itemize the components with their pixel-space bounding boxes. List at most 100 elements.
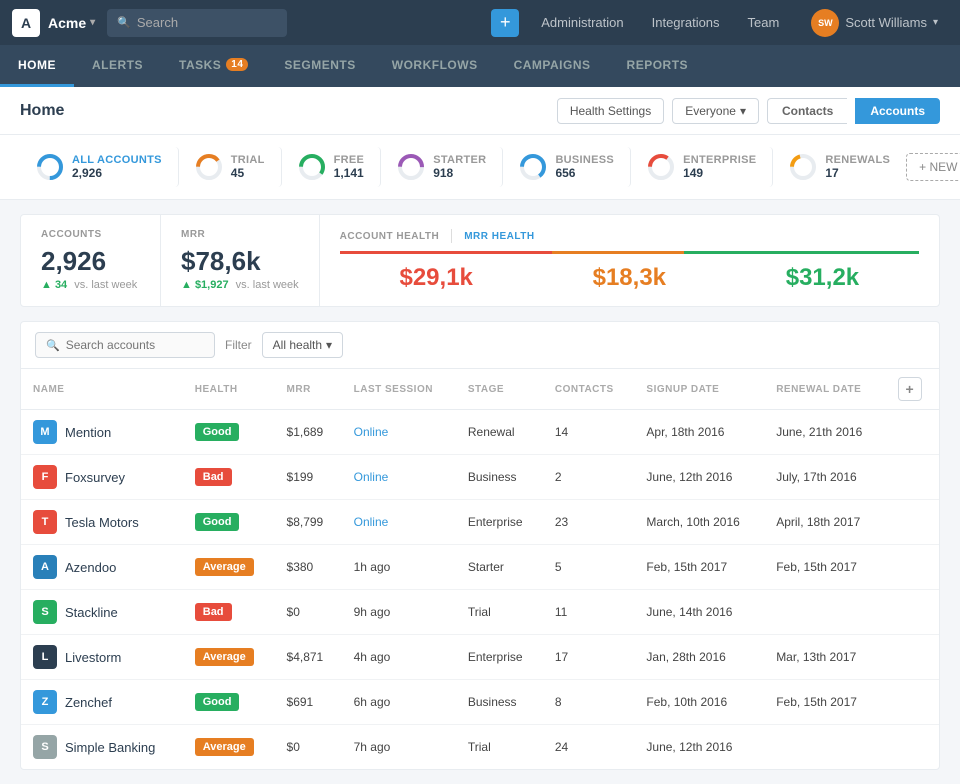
add-column-button[interactable]: + (898, 377, 922, 401)
online-link[interactable]: Online (354, 515, 389, 529)
health-value-good: $31,2k (726, 264, 919, 292)
new-stage-button[interactable]: + NEW STAGE (906, 153, 960, 181)
filter-label: Filter (225, 338, 252, 352)
search-accounts[interactable]: 🔍 (35, 332, 215, 358)
table-body: M Mention Good$1,689OnlineRenewal14Apr, … (21, 410, 939, 770)
user-menu[interactable]: SW Scott Williams ▾ (801, 9, 948, 37)
brand-chevron: ▾ (90, 17, 95, 28)
col-signup-date: SIGNUP DATE (634, 369, 764, 410)
nav-workflows[interactable]: WORKFLOWS (374, 45, 496, 87)
everyone-chevron: ▾ (740, 104, 746, 118)
stage-count: 1,141 (334, 166, 365, 180)
account-name: Zenchef (65, 695, 112, 710)
stage-count: 45 (231, 166, 265, 180)
health-badge: Average (195, 558, 254, 576)
stage-item[interactable]: STARTER918 (381, 147, 503, 187)
table-row[interactable]: A Azendoo Average$3801h agoStarter5Feb, … (21, 545, 939, 590)
stage-item[interactable]: FREE1,141 (282, 147, 382, 187)
tab-accounts[interactable]: Accounts (855, 98, 940, 124)
stage-donut-icon (789, 153, 817, 181)
online-link[interactable]: Online (354, 425, 389, 439)
avatar: SW (811, 9, 839, 37)
contacts: 17 (543, 635, 635, 680)
app-logo: A (12, 9, 40, 37)
search-accounts-input[interactable] (66, 338, 204, 352)
table-row[interactable]: Z Zenchef Good$6916h agoBusiness8Feb, 10… (21, 680, 939, 725)
nav-home[interactable]: HOME (0, 45, 74, 87)
online-link[interactable]: Online (354, 470, 389, 484)
metric-accounts: ACCOUNTS 2,926 ▲ 34 vs. last week (21, 215, 161, 306)
metric-health: ACCOUNT HEALTH MRR HEALTH $29,1k $18,3k … (320, 215, 939, 306)
account-icon: L (33, 645, 57, 669)
signup-date: Feb, 10th 2016 (634, 680, 764, 725)
last-session[interactable]: Online (342, 455, 456, 500)
stage-count: 149 (683, 166, 756, 180)
renewal-date: April, 18th 2017 (764, 500, 886, 545)
stage-label: RENEWALS (825, 154, 890, 166)
nav-tasks[interactable]: TASKS 14 (161, 45, 266, 87)
table-row[interactable]: L Livestorm Average$4,8714h agoEnterpris… (21, 635, 939, 680)
renewal-date: Feb, 15th 2017 (764, 545, 886, 590)
stage-item[interactable]: TRIAL45 (179, 147, 282, 187)
nav-reports[interactable]: REPORTS (609, 45, 707, 87)
page-header: Home Health Settings Everyone ▾ Contacts… (0, 87, 960, 135)
stage-count: 918 (433, 166, 486, 180)
contacts: 23 (543, 500, 635, 545)
nav-team[interactable]: Team (734, 0, 794, 45)
stage-label: ALL ACCOUNTS (72, 154, 162, 166)
health-settings-button[interactable]: Health Settings (557, 98, 664, 124)
renewal-date: Feb, 15th 2017 (764, 680, 886, 725)
signup-date: Apr, 18th 2016 (634, 410, 764, 455)
nav-administration[interactable]: Administration (527, 0, 637, 45)
last-session[interactable]: Online (342, 500, 456, 545)
stage-label: STARTER (433, 154, 486, 166)
table-toolbar: 🔍 Filter All health ▾ (21, 322, 939, 369)
stage-item[interactable]: RENEWALS17 (773, 147, 906, 187)
nav-integrations[interactable]: Integrations (638, 0, 734, 45)
account-icon: S (33, 735, 57, 759)
stage-count: 2,926 (72, 166, 162, 180)
table-row[interactable]: M Mention Good$1,689OnlineRenewal14Apr, … (21, 410, 939, 455)
accounts-table-section: 🔍 Filter All health ▾ NAME HEALTH MRR LA… (20, 321, 940, 770)
nav-campaigns[interactable]: CAMPAIGNS (496, 45, 609, 87)
stage-label: BUSINESS (555, 154, 614, 166)
accounts-change: ▲ 34 vs. last week (41, 279, 140, 291)
sub-nav: HOME ALERTS TASKS 14 SEGMENTS WORKFLOWS … (0, 45, 960, 87)
table-row[interactable]: S Simple Banking Average$07h agoTrial24J… (21, 725, 939, 770)
everyone-filter[interactable]: Everyone ▾ (672, 98, 759, 124)
stage-item[interactable]: ENTERPRISE149 (631, 147, 773, 187)
filter-health-select[interactable]: All health ▾ (262, 332, 343, 358)
stage: Business (456, 680, 543, 725)
create-button[interactable]: + (491, 9, 519, 37)
table-row[interactable]: F Foxsurvey Bad$199OnlineBusiness2June, … (21, 455, 939, 500)
account-name: Simple Banking (65, 740, 155, 755)
table-row[interactable]: S Stackline Bad$09h agoTrial11June, 14th… (21, 590, 939, 635)
mrr-label: MRR (181, 229, 299, 240)
stage-label: ENTERPRISE (683, 154, 756, 166)
stage-label: FREE (334, 154, 365, 166)
global-search[interactable]: 🔍 Search (107, 9, 287, 37)
brand-name[interactable]: Acme ▾ (48, 15, 95, 31)
nav-segments[interactable]: SEGMENTS (266, 45, 373, 87)
table-header: NAME HEALTH MRR LAST SESSION STAGE CONTA… (21, 369, 939, 410)
tab-contacts[interactable]: Contacts (767, 98, 847, 124)
health-badge: Bad (195, 468, 232, 486)
stage-item[interactable]: ALL ACCOUNTS2,926 (20, 147, 179, 187)
mrr-value: $0 (275, 725, 342, 770)
mrr-value: $8,799 (275, 500, 342, 545)
last-session[interactable]: Online (342, 410, 456, 455)
col-add: + (886, 369, 939, 410)
contacts: 2 (543, 455, 635, 500)
stage-donut-icon (195, 153, 223, 181)
stage-item[interactable]: BUSINESS656 (503, 147, 631, 187)
account-name: Livestorm (65, 650, 121, 665)
last-session: 7h ago (342, 725, 456, 770)
health-badge: Average (195, 648, 254, 666)
last-session: 6h ago (342, 680, 456, 725)
renewal-date: July, 17th 2016 (764, 455, 886, 500)
table-row[interactable]: T Tesla Motors Good$8,799OnlineEnterpris… (21, 500, 939, 545)
col-stage: STAGE (456, 369, 543, 410)
account-icon: S (33, 600, 57, 624)
nav-alerts[interactable]: ALERTS (74, 45, 161, 87)
contacts: 14 (543, 410, 635, 455)
